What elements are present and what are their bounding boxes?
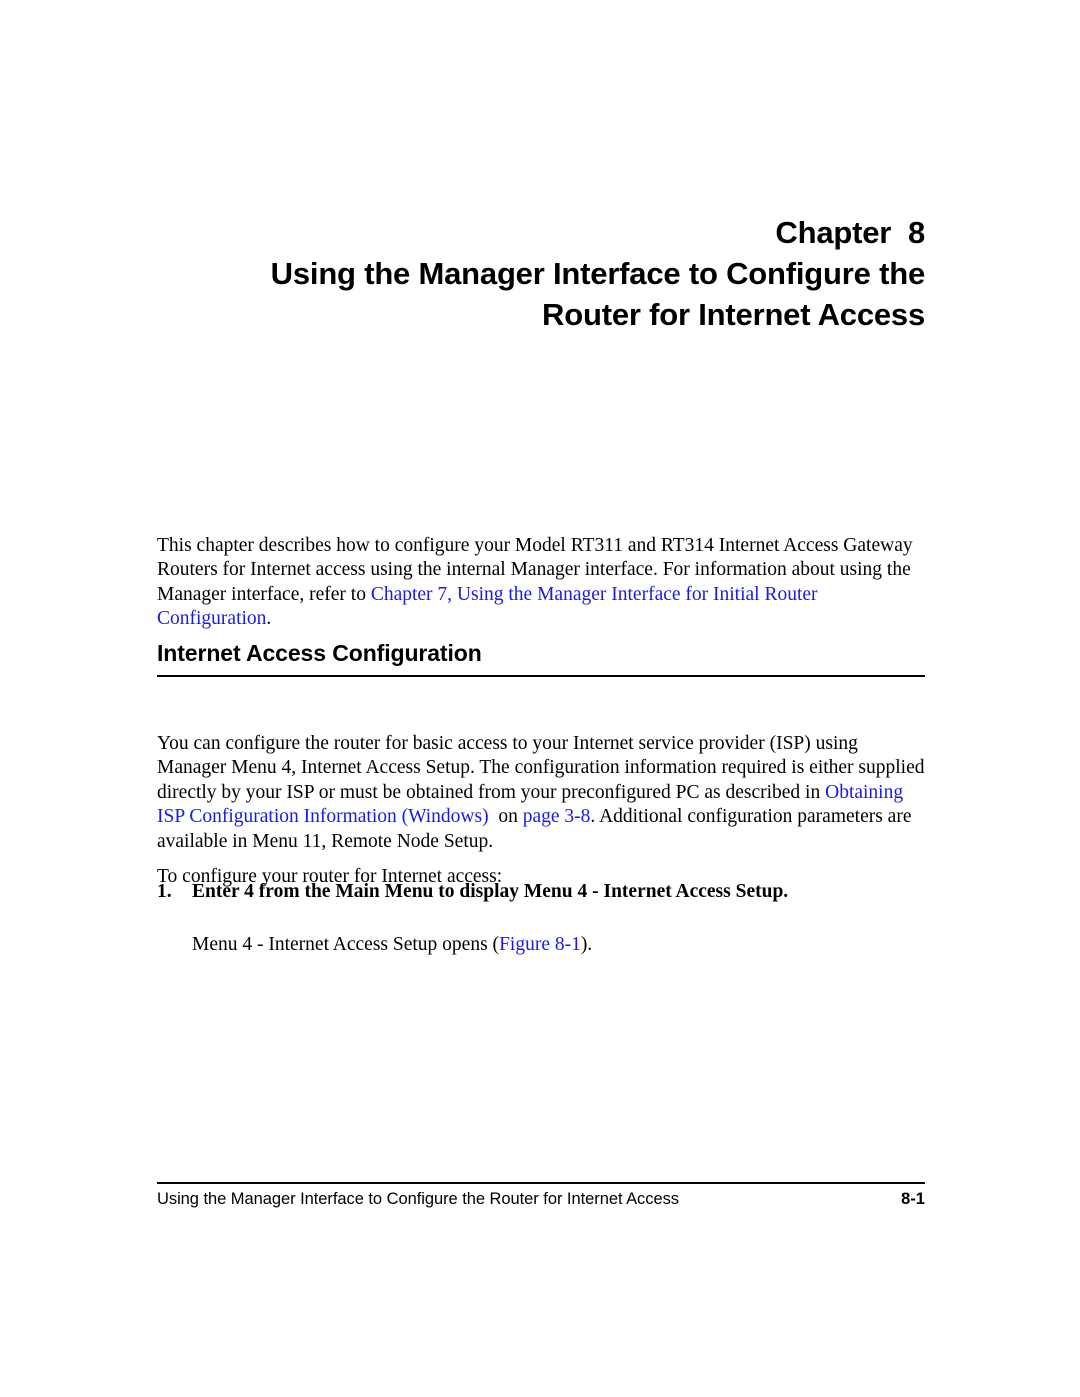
configuration-paragraph: You can configure the router for basic a… bbox=[157, 732, 925, 855]
section-heading-rule bbox=[157, 675, 925, 677]
step-list: 1. Enter 4 from the Main Menu to display… bbox=[157, 880, 925, 905]
step-number: 1. bbox=[157, 881, 172, 902]
footer-title: Using the Manager Interface to Configure… bbox=[157, 1190, 679, 1208]
page-footer: Using the Manager Interface to Configure… bbox=[157, 1188, 925, 1210]
config-text-2: on bbox=[493, 806, 523, 828]
chapter-title-block: Chapter 8 Using the Manager Interface to… bbox=[157, 212, 926, 335]
document-page: Chapter 8 Using the Manager Interface to… bbox=[157, 0, 925, 1397]
chapter-title-line-2: Router for Internet Access bbox=[542, 297, 925, 332]
step-sub-paragraph: Menu 4 - Internet Access Setup opens (Fi… bbox=[192, 933, 925, 958]
step-text: Enter 4 from the Main Menu to display Me… bbox=[192, 881, 789, 902]
step-item-1: 1. Enter 4 from the Main Menu to display… bbox=[157, 880, 925, 905]
chapter-number-line: Chapter 8 bbox=[775, 215, 925, 250]
link-page-3-8[interactable]: page 3-8 bbox=[523, 806, 591, 827]
step-sub-text-1: Menu 4 - Internet Access Setup opens ( bbox=[192, 933, 500, 955]
intro-text-after-link: . bbox=[266, 608, 272, 630]
intro-paragraph: This chapter describes how to configure … bbox=[157, 534, 925, 632]
config-text-1: You can configure the router for basic a… bbox=[157, 732, 925, 803]
link-figure-8-1[interactable]: Figure 8-1 bbox=[499, 934, 581, 955]
chapter-title-line-1: Using the Manager Interface to Configure… bbox=[270, 256, 926, 291]
step-sub-text-2: ). bbox=[580, 933, 593, 955]
section-heading: Internet Access Configuration bbox=[157, 640, 482, 666]
footer-rule bbox=[157, 1182, 925, 1184]
footer-page-number: 8-1 bbox=[901, 1190, 925, 1208]
